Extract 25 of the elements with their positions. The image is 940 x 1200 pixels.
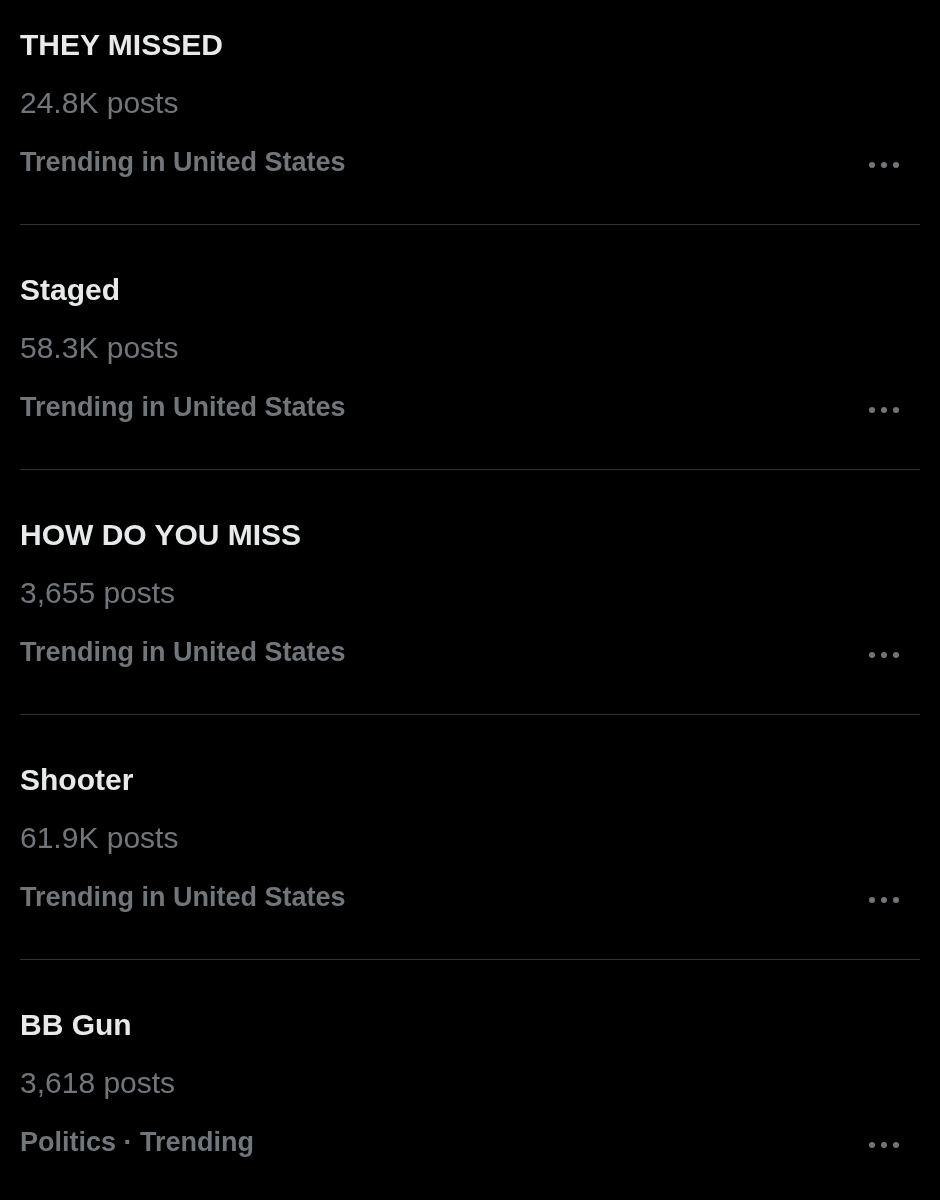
- trend-context: Trending in United States: [20, 636, 346, 669]
- trend-context: Trending in United States: [20, 391, 346, 424]
- trend-context: Trending in United States: [20, 881, 346, 914]
- trend-title: Staged: [20, 272, 121, 308]
- post-count: 58.3K posts: [20, 330, 179, 366]
- more-icon: [868, 406, 900, 414]
- trend-item[interactable]: HOW DO YOU MISS 3,655 posts Trending in United States: [20, 470, 920, 715]
- trend-item[interactable]: THEY MISSED 24.8K posts Trending in United States: [20, 0, 920, 225]
- trend-title: BB Gun: [20, 1007, 132, 1043]
- post-count: 24.8K posts: [20, 85, 179, 121]
- post-count: 61.9K posts: [20, 820, 179, 856]
- post-count: 3,655 posts: [20, 575, 176, 611]
- trend-context: Trending in United States: [20, 146, 346, 179]
- more-icon: [868, 896, 900, 904]
- trend-item[interactable]: BB Gun 3,618 posts Politics · Trending: [20, 960, 920, 1200]
- trend-title: THEY MISSED: [20, 27, 223, 63]
- trend-title: Shooter: [20, 762, 134, 798]
- trend-title: HOW DO YOU MISS: [20, 517, 302, 553]
- more-icon: [868, 1141, 900, 1149]
- more-icon: [868, 651, 900, 659]
- trend-item[interactable]: Shooter 61.9K posts Trending in United States: [20, 715, 920, 960]
- post-count: 3,618 posts: [20, 1065, 176, 1101]
- trend-context: Politics · Trending: [20, 1126, 255, 1159]
- more-icon: [868, 161, 900, 169]
- trend-item[interactable]: Staged 58.3K posts Trending in United States: [20, 225, 920, 470]
